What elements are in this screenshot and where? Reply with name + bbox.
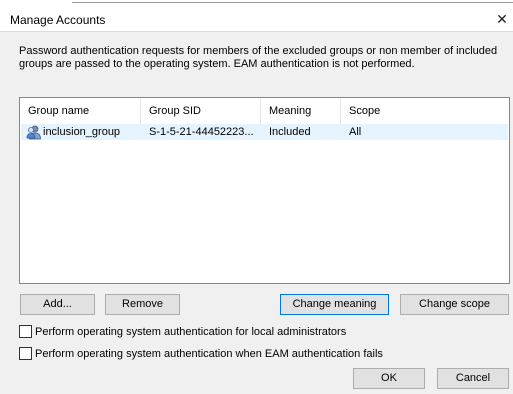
- change-scope-button[interactable]: Change scope: [400, 294, 509, 315]
- list-header: Group name Group SID Meaning Scope: [20, 98, 509, 124]
- close-icon[interactable]: ✕: [495, 12, 509, 26]
- manage-accounts-dialog: Manage Accounts ✕ Password authenticatio…: [0, 0, 513, 394]
- cell-meaning: Included: [269, 126, 311, 138]
- cell-group-name: inclusion_group: [43, 126, 121, 138]
- column-header-scope[interactable]: Scope: [341, 98, 507, 124]
- remove-button[interactable]: Remove: [105, 294, 180, 315]
- cancel-button[interactable]: Cancel: [437, 368, 509, 389]
- ok-button[interactable]: OK: [353, 368, 425, 389]
- column-header-group-sid[interactable]: Group SID: [141, 98, 261, 124]
- change-meaning-button[interactable]: Change meaning: [280, 294, 389, 315]
- add-button[interactable]: Add...: [20, 294, 95, 315]
- description-text: Password authentication requests for mem…: [19, 45, 498, 70]
- title-bar[interactable]: Manage Accounts ✕: [0, 0, 513, 32]
- group-user-icon: [26, 124, 42, 140]
- title-bar-divider: [72, 2, 513, 3]
- window-title: Manage Accounts: [10, 13, 106, 27]
- eam-fail-label[interactable]: Perform operating system authentication …: [35, 347, 383, 361]
- local-admins-label[interactable]: Perform operating system authentication …: [35, 325, 346, 339]
- table-row[interactable]: inclusion_group S-1-5-21-44452223... Inc…: [21, 124, 508, 140]
- cell-scope: All: [349, 126, 362, 138]
- column-header-group-name[interactable]: Group name: [20, 98, 141, 124]
- eam-fail-checkbox[interactable]: [19, 347, 32, 360]
- column-header-meaning[interactable]: Meaning: [261, 98, 341, 124]
- groups-list-view[interactable]: Group name Group SID Meaning Scope inclu…: [19, 97, 510, 284]
- local-admins-checkbox[interactable]: [19, 325, 32, 338]
- cell-group-sid: S-1-5-21-44452223...: [149, 126, 254, 138]
